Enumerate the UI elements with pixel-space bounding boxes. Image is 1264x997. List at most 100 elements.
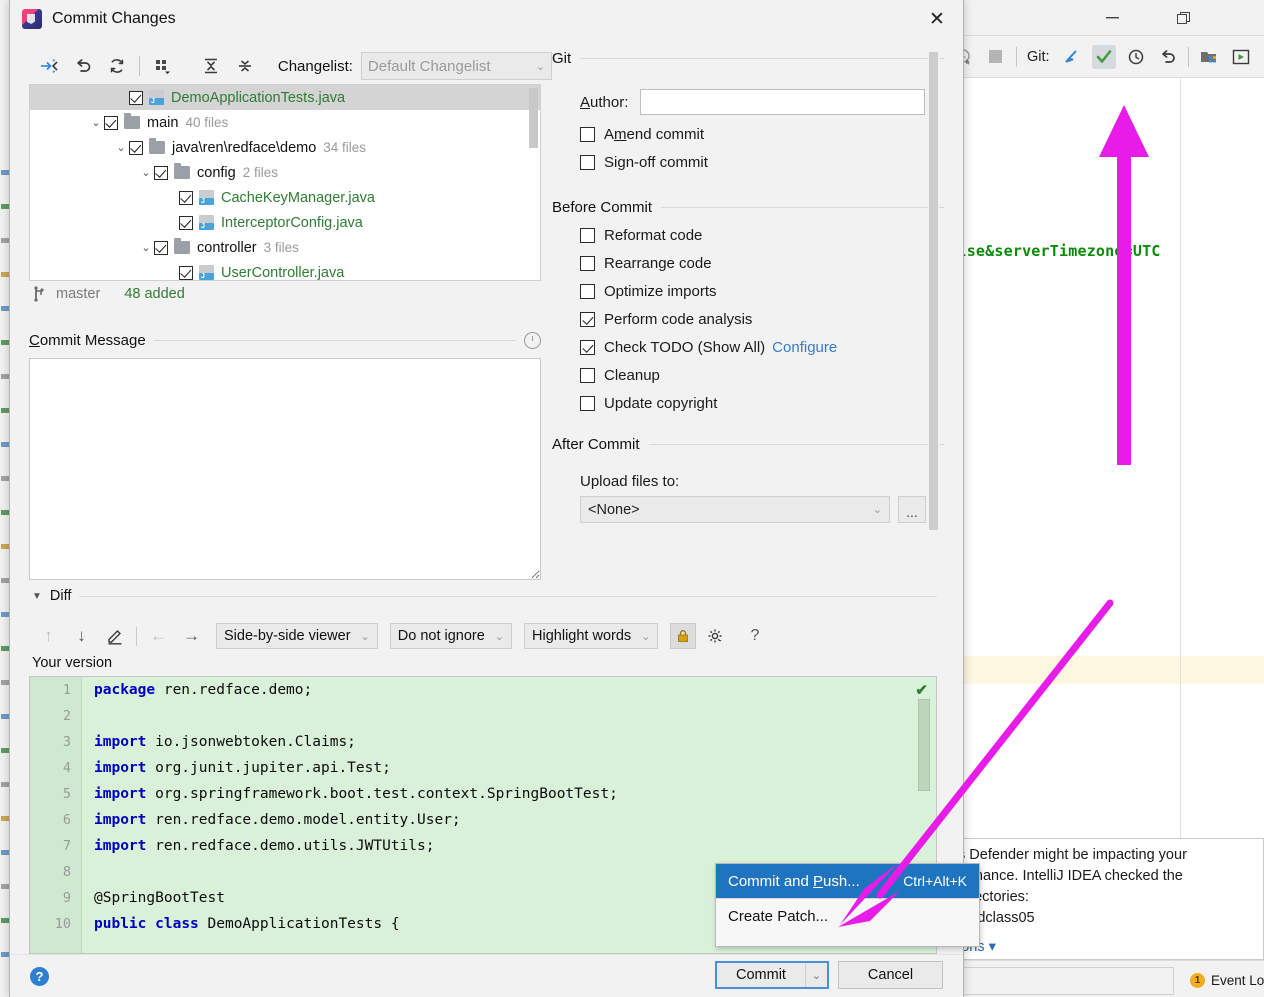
chevron-down-icon[interactable]: ▾ [989,939,996,955]
amend-commit-row[interactable]: Amend commit [580,126,944,143]
before-commit-option-row[interactable]: Update copyright [580,395,944,412]
configure-todo-link[interactable]: Configure [772,339,837,356]
tree-row-checkbox[interactable] [104,115,118,130]
restore-icon[interactable] [1162,0,1206,36]
before-commit-checkbox[interactable] [580,256,595,271]
before-commit-checkbox[interactable] [580,284,595,299]
before-commit-checkbox[interactable] [580,312,595,327]
event-log-button[interactable]: 1 Event Lo [1190,973,1264,988]
tree-row-checkbox[interactable] [154,240,168,255]
before-commit-checkbox[interactable] [580,368,595,383]
before-commit-option-row[interactable]: Check TODO (Show All) Configure [580,339,944,356]
run-icon[interactable] [1229,45,1253,69]
group-by-icon[interactable] [146,51,180,81]
project-structure-icon[interactable] [1197,45,1221,69]
clock-icon[interactable] [524,331,541,349]
tree-row[interactable]: J DemoApplicationTests.java [30,85,540,110]
commit-split-button[interactable]: Commit ⌄ [715,961,829,989]
commit-message-input[interactable] [29,358,541,580]
toolbar-divider [136,626,137,646]
tree-row[interactable]: ⌄ config 2 files [30,160,540,185]
diff-line-number: 4 [62,760,71,776]
arrow-up-icon[interactable]: ↑ [32,622,65,650]
chevron-down-icon[interactable]: ⌄ [113,141,129,154]
diff-highlight-mode-select[interactable]: Highlight words ⌄ [524,623,659,649]
diff-toolbar[interactable]: ↑ ↓ ← → Side-by-side viewer ⌄ Do not ign… [32,621,937,651]
before-commit-checkbox[interactable] [580,228,595,243]
tree-row-name: java\ren\redface\demo [172,139,317,156]
stop-icon[interactable] [984,45,1008,69]
commit-button[interactable]: Commit [717,963,805,987]
author-input[interactable] [640,89,926,115]
lock-icon[interactable] [670,623,697,649]
before-commit-checkbox[interactable] [580,396,595,411]
update-project-icon[interactable] [1060,45,1084,69]
tree-row[interactable]: J UserController.java [30,260,540,280]
arrow-right-icon[interactable]: → [175,622,208,650]
upload-browse-button[interactable]: ... [898,496,926,523]
tree-row[interactable]: J InterceptorConfig.java [30,210,540,235]
chevron-down-icon[interactable]: ▼ [32,591,42,602]
before-commit-option-row[interactable]: Cleanup [580,367,944,384]
before-commit-option-row[interactable]: Rearrange code [580,255,944,272]
tree-row[interactable]: J CacheKeyManager.java [30,185,540,210]
before-commit-option-row[interactable]: Optimize imports [580,283,944,300]
chevron-down-icon[interactable]: ⌄ [138,241,154,254]
collapse-all-icon[interactable] [228,51,262,81]
diff-scrollbar-thumb[interactable] [918,699,930,791]
tree-row-checkbox[interactable] [154,165,168,180]
before-commit-option-row[interactable]: Reformat code [580,227,944,244]
branch-name: master [56,286,101,302]
expand-all-icon[interactable] [194,51,228,81]
tree-row-checkbox[interactable] [129,140,143,155]
diff-viewer-mode-select[interactable]: Side-by-side viewer ⌄ [216,623,378,649]
changelist-select[interactable]: Default Changelist ⌄ [360,52,552,80]
notification-popup: s Defender might be impacting your orman… [944,838,1264,960]
amend-commit-checkbox[interactable] [580,127,595,142]
history-icon[interactable] [1124,45,1148,69]
diff-ignore-mode-select[interactable]: Do not ignore ⌄ [389,623,513,649]
ide-sliver-glyph [1,578,9,583]
commit-dropdown-menu[interactable]: Commit and Push... Ctrl+Alt+K Create Pat… [715,863,980,947]
ide-sliver-glyph [1,816,9,821]
tree-row[interactable]: ⌄ controller 3 files [30,235,540,260]
arrow-left-icon[interactable]: ← [142,622,175,650]
cancel-button[interactable]: Cancel [838,961,943,989]
signoff-commit-row[interactable]: Sign-off commit [580,154,944,171]
tree-row-checkbox[interactable] [179,190,193,205]
menu-item-create-patch[interactable]: Create Patch... [716,899,979,933]
gear-icon[interactable] [702,623,728,649]
minimize-icon[interactable] [1090,0,1134,36]
java-file-icon: J [149,90,164,105]
tree-scrollbar[interactable] [529,88,538,148]
commit-icon[interactable] [1091,44,1116,69]
before-commit-checkbox[interactable] [580,340,595,355]
changes-toolbar[interactable]: Changelist: Default Changelist ⌄ [32,50,552,82]
menu-item-commit-and-push[interactable]: Commit and Push... Ctrl+Alt+K [716,864,979,898]
tree-row[interactable]: ⌄ java\ren\redface\demo 34 files [30,135,540,160]
options-scrollbar[interactable] [928,52,939,538]
before-commit-option-row[interactable]: Perform code analysis [580,311,944,328]
ide-main-toolbar[interactable]: Git: [944,36,1264,78]
rollback-icon[interactable] [1156,45,1180,69]
tree-row-checkbox[interactable] [179,215,193,230]
upload-target-select[interactable]: <None> ⌄ [580,496,890,523]
signoff-commit-checkbox[interactable] [580,155,595,170]
help-icon[interactable]: ? [30,967,49,986]
chevron-down-icon[interactable]: ⌄ [805,963,827,987]
tree-row-checkbox[interactable] [129,90,143,105]
tree-row-checkbox[interactable] [179,265,193,280]
options-scrollbar-thumb[interactable] [929,52,938,530]
close-icon[interactable]: ✕ [919,4,955,34]
tree-row[interactable]: ⌄ main 40 files [30,110,540,135]
pencil-icon[interactable] [98,622,131,650]
question-icon[interactable]: ? [738,622,771,650]
refresh-icon[interactable] [100,51,134,81]
diff-section-header[interactable]: ▼ Diff [32,588,937,604]
chevron-down-icon[interactable]: ⌄ [138,166,154,179]
arrow-down-icon[interactable]: ↓ [65,622,98,650]
changed-files-tree[interactable]: J DemoApplicationTests.java ⌄ main 40 files ⌄… [29,84,541,281]
revert-icon[interactable] [66,51,100,81]
show-diff-icon[interactable] [32,51,66,81]
chevron-down-icon[interactable]: ⌄ [88,116,104,129]
